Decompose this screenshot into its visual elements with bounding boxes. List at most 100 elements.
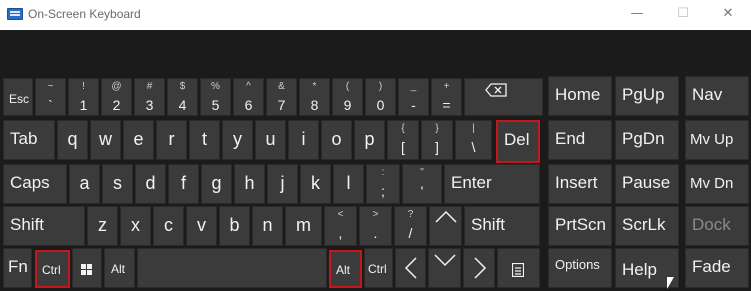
key-menu[interactable] bbox=[497, 248, 540, 288]
key-left-bracket[interactable]: {[ bbox=[387, 120, 419, 160]
key-nav[interactable]: Nav bbox=[685, 76, 749, 116]
key-alt-left[interactable]: Alt bbox=[104, 248, 135, 288]
key-prtscn[interactable]: PrtScn bbox=[548, 206, 612, 246]
key-8[interactable]: * 8 bbox=[299, 78, 330, 116]
key-shift-label: ! bbox=[82, 81, 85, 92]
key-j[interactable]: j bbox=[267, 164, 298, 204]
key-right-bracket[interactable]: }] bbox=[421, 120, 453, 160]
key-pgup[interactable]: PgUp bbox=[615, 76, 679, 116]
key-w[interactable]: w bbox=[90, 120, 121, 160]
key-0[interactable]: ) 0 bbox=[365, 78, 396, 116]
key-y[interactable]: y bbox=[222, 120, 253, 160]
key-9[interactable]: (9 bbox=[332, 78, 363, 116]
key-f[interactable]: f bbox=[168, 164, 199, 204]
key-slash[interactable]: ? / bbox=[394, 206, 427, 246]
key-label: f bbox=[180, 173, 186, 193]
key-fn[interactable]: Fn bbox=[3, 248, 32, 288]
key-s[interactable]: s bbox=[102, 164, 133, 204]
key-4[interactable]: $4 bbox=[167, 78, 198, 116]
key-r[interactable]: r bbox=[156, 120, 187, 160]
key-left[interactable] bbox=[395, 248, 426, 288]
key-label: Dock bbox=[692, 215, 731, 234]
key-period[interactable]: >. bbox=[359, 206, 392, 246]
key-6[interactable]: ^ 6 bbox=[233, 78, 264, 116]
key-caps[interactable]: Caps bbox=[3, 164, 67, 204]
key-insert[interactable]: Insert bbox=[548, 164, 612, 204]
key-b[interactable]: b bbox=[219, 206, 250, 246]
key-options[interactable]: Options bbox=[548, 248, 612, 288]
key-h[interactable]: h bbox=[234, 164, 265, 204]
key-alt-right[interactable]: Alt bbox=[329, 250, 362, 288]
key-backslash[interactable]: | \ bbox=[455, 120, 492, 160]
key-label: Mv Dn bbox=[690, 175, 734, 192]
key-x[interactable]: x bbox=[120, 206, 151, 246]
key-5[interactable]: % 5 bbox=[200, 78, 231, 116]
maximize-button[interactable]: ☐ bbox=[660, 0, 706, 30]
key-3[interactable]: #3 bbox=[134, 78, 165, 116]
key-label: i bbox=[301, 129, 306, 149]
key-semicolon[interactable]: :; bbox=[366, 164, 400, 204]
key-shift-left[interactable]: Shift bbox=[3, 206, 85, 246]
key-tab[interactable]: Tab bbox=[3, 120, 55, 160]
key-pause[interactable]: Pause bbox=[615, 164, 679, 204]
key-o[interactable]: o bbox=[321, 120, 352, 160]
key-backspace[interactable] bbox=[464, 78, 543, 116]
key-g[interactable]: g bbox=[201, 164, 232, 204]
key-v[interactable]: v bbox=[186, 206, 217, 246]
key-backtick[interactable]: ~ ` bbox=[35, 78, 66, 116]
key-7[interactable]: & 7 bbox=[266, 78, 297, 116]
key-home[interactable]: Home bbox=[548, 76, 612, 116]
key-scrlk[interactable]: ScrLk bbox=[615, 206, 679, 246]
key-c[interactable]: c bbox=[153, 206, 184, 246]
close-button[interactable]: ✕ bbox=[705, 0, 751, 30]
key-p[interactable]: p bbox=[354, 120, 385, 160]
key-label: t bbox=[201, 129, 207, 149]
key-t[interactable]: t bbox=[189, 120, 220, 160]
minimize-button[interactable]: — bbox=[614, 0, 660, 30]
key-d[interactable]: d bbox=[135, 164, 166, 204]
key-1[interactable]: ! 1 bbox=[68, 78, 99, 116]
key-label: k bbox=[311, 173, 320, 193]
key-pgdn[interactable]: PgDn bbox=[615, 120, 679, 160]
key-quote[interactable]: " ' bbox=[402, 164, 442, 204]
key-end[interactable]: End bbox=[548, 120, 612, 160]
key-label: End bbox=[555, 129, 586, 148]
key-2[interactable]: @2 bbox=[101, 78, 132, 116]
key-dock[interactable]: Dock bbox=[685, 206, 749, 246]
key-a[interactable]: a bbox=[69, 164, 100, 204]
key-comma[interactable]: <, bbox=[324, 206, 357, 246]
key-right[interactable] bbox=[463, 248, 495, 288]
key-fade[interactable]: Fade bbox=[685, 248, 749, 288]
key-label: Pause bbox=[622, 173, 671, 192]
key-enter[interactable]: Enter bbox=[444, 164, 540, 204]
key-ctrl-right[interactable]: Ctrl bbox=[364, 248, 393, 288]
key-mv-dn[interactable]: Mv Dn bbox=[685, 164, 749, 204]
key-shift-right[interactable]: Shift bbox=[464, 206, 540, 246]
key-i[interactable]: i bbox=[288, 120, 319, 160]
key-u[interactable]: u bbox=[255, 120, 286, 160]
key-label: g bbox=[211, 173, 222, 193]
key-windows[interactable] bbox=[72, 248, 102, 288]
key-label: Alt bbox=[336, 263, 351, 277]
key-q[interactable]: q bbox=[57, 120, 88, 160]
key-k[interactable]: k bbox=[300, 164, 331, 204]
key-z[interactable]: z bbox=[87, 206, 118, 246]
key-up[interactable] bbox=[429, 206, 462, 246]
key-shift-label: { bbox=[401, 123, 405, 134]
key-shift-label: } bbox=[435, 123, 439, 134]
key-ctrl-left[interactable]: Ctrl bbox=[35, 250, 70, 288]
key-l[interactable]: l bbox=[333, 164, 364, 204]
key-minus[interactable]: _ - bbox=[398, 78, 429, 116]
key-down[interactable] bbox=[428, 248, 461, 288]
context-menu-icon bbox=[512, 263, 524, 277]
keyboard-area: Esc ~ ` ! 1 @2 #3 $4 % 5 ^ 6 & 7 * 8 (9 ) 0 _ - … bbox=[0, 30, 751, 291]
key-label: r bbox=[168, 129, 175, 149]
key-esc[interactable]: Esc bbox=[3, 78, 33, 116]
key-mv-up[interactable]: Mv Up bbox=[685, 120, 749, 160]
key-equals[interactable]: + = bbox=[431, 78, 462, 116]
key-del[interactable]: Del bbox=[496, 120, 540, 163]
key-space[interactable] bbox=[137, 248, 327, 288]
key-n[interactable]: n bbox=[252, 206, 283, 246]
key-e[interactable]: e bbox=[123, 120, 154, 160]
key-m[interactable]: m bbox=[285, 206, 322, 246]
